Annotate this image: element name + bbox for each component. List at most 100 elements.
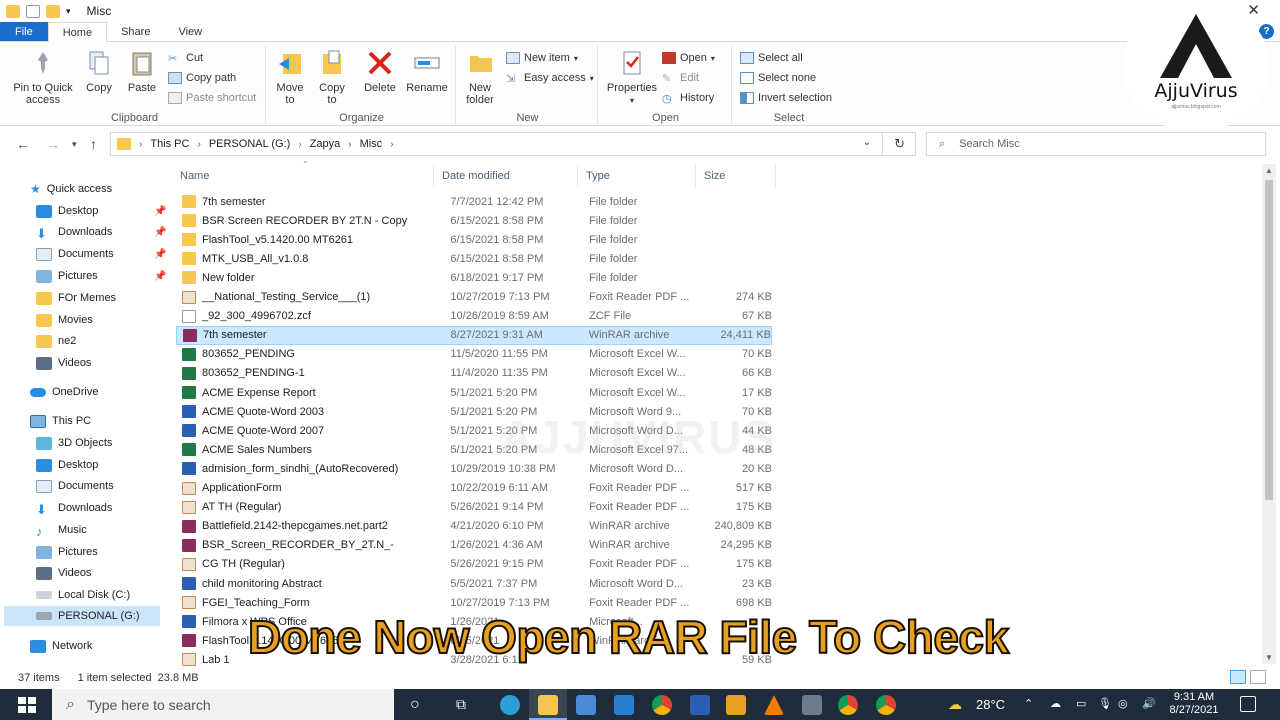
file-row[interactable]: child monitoring Abstract 5/5/2021 7:37 P… bbox=[176, 574, 772, 593]
chrome-profile-2-icon[interactable] bbox=[876, 695, 896, 715]
file-row[interactable]: Battlefield.2142-thepcgames.net.part2 4/2… bbox=[176, 517, 772, 536]
cortana-icon[interactable]: ○ bbox=[410, 689, 420, 720]
select-none-button[interactable]: Select none bbox=[740, 72, 816, 84]
details-view-icon[interactable] bbox=[1230, 670, 1246, 684]
mail-icon[interactable] bbox=[614, 695, 634, 715]
file-row[interactable]: New folder 6/18/2021 9:17 PM File folder bbox=[176, 268, 772, 287]
nav-movies[interactable]: Movies bbox=[36, 310, 93, 330]
nav-pc-videos[interactable]: Videos bbox=[36, 563, 91, 583]
search-input[interactable]: ⌕ Search Misc bbox=[926, 132, 1266, 156]
microphone-icon[interactable]: 🎙 bbox=[1098, 689, 1112, 720]
new-folder-button[interactable]: New folder bbox=[462, 48, 500, 106]
open-button[interactable]: Open ▾ bbox=[662, 52, 715, 64]
qa-dropdown-icon[interactable]: ▾ bbox=[66, 6, 71, 17]
windows-start-icon[interactable] bbox=[18, 697, 36, 713]
volume-icon[interactable]: 🔊 bbox=[1142, 689, 1156, 720]
properties-qa-icon[interactable] bbox=[26, 4, 40, 18]
nav-pc-documents[interactable]: Documents bbox=[36, 476, 114, 496]
file-row[interactable]: 803652_PENDING 11/5/2020 11:55 PM Microsof… bbox=[176, 345, 772, 364]
edge-icon[interactable] bbox=[500, 695, 520, 715]
tray-overflow-icon[interactable]: ⌃ bbox=[1024, 689, 1033, 720]
file-row[interactable]: 7th semester 8/27/2021 9:31 AM WinRAR arch… bbox=[176, 325, 772, 345]
paste-button[interactable]: Paste bbox=[122, 48, 162, 94]
nav-network[interactable]: Network bbox=[30, 636, 92, 656]
column-size[interactable]: Size bbox=[696, 164, 776, 188]
nav-quick-access[interactable]: ★ Quick access bbox=[30, 179, 112, 199]
properties-button[interactable]: Properties ▾ bbox=[604, 48, 660, 107]
nav-3d-objects[interactable]: 3D Objects bbox=[36, 433, 112, 453]
large-icons-view-icon[interactable] bbox=[1250, 670, 1266, 684]
new-folder-qa-icon[interactable] bbox=[46, 4, 60, 18]
file-row[interactable]: _92_300_4996702.zcf 10/26/2019 8:59 AM ZCF… bbox=[176, 307, 772, 326]
close-icon[interactable]: ✕ bbox=[1247, 1, 1260, 19]
file-row[interactable]: 803652_PENDING-1 11/4/2020 11:35 PM Micros… bbox=[176, 364, 772, 383]
cut-button[interactable]: ✂ Cut bbox=[168, 52, 203, 65]
globe-icon[interactable]: ◎ bbox=[1118, 689, 1128, 720]
up-icon[interactable]: ↑ bbox=[90, 136, 97, 152]
history-button[interactable]: ◷ History bbox=[662, 92, 714, 105]
file-row[interactable]: CG TH (Regular) 5/26/2021 9:15 PM Foxit Re… bbox=[176, 555, 772, 574]
nav-pictures[interactable]: Pictures 📌 bbox=[36, 266, 166, 286]
file-row[interactable]: FlashTool_v5.1420.00 MT6261 6/15/2021 8:5… bbox=[176, 230, 772, 249]
nav-local-disk-c[interactable]: Local Disk (C:) bbox=[36, 585, 130, 605]
nav-desktop[interactable]: Desktop 📌 bbox=[36, 201, 166, 221]
file-row[interactable]: 7th semester 7/7/2021 12:42 PM File folder bbox=[176, 192, 772, 211]
invert-selection-button[interactable]: Invert selection bbox=[740, 92, 832, 104]
tab-share[interactable]: Share bbox=[107, 22, 164, 41]
nav-personal-g[interactable]: PERSONAL (G:) bbox=[4, 606, 160, 626]
nav-onedrive[interactable]: OneDrive bbox=[30, 382, 98, 402]
breadcrumb-zapya[interactable]: Zapya bbox=[310, 138, 341, 150]
file-explorer-icon[interactable] bbox=[538, 695, 558, 715]
file-row[interactable]: ApplicationForm 10/22/2019 6:11 AM Foxit R… bbox=[176, 479, 772, 498]
tab-home[interactable]: Home bbox=[47, 22, 108, 43]
edit-button[interactable]: ✎ Edit bbox=[662, 72, 699, 85]
tab-file[interactable]: File bbox=[0, 22, 48, 41]
scrollbar-thumb[interactable] bbox=[1265, 180, 1273, 500]
media-icon[interactable] bbox=[726, 695, 746, 715]
file-row[interactable]: BSR_Screen_RECORDER_BY_2T.N_- 1/26/2021 4… bbox=[176, 536, 772, 555]
new-item-button[interactable]: New item ▾ bbox=[506, 52, 578, 64]
copy-path-button[interactable]: Copy path bbox=[168, 72, 236, 84]
nav-this-pc[interactable]: This PC bbox=[30, 411, 91, 431]
breadcrumb-personal[interactable]: PERSONAL (G:) bbox=[209, 138, 291, 150]
recent-locations-icon[interactable]: ▾ bbox=[72, 139, 77, 150]
app-icon[interactable] bbox=[802, 695, 822, 715]
pin-quick-access-button[interactable]: Pin to Quick access bbox=[8, 48, 78, 106]
nav-pc-downloads[interactable]: ⬇ Downloads bbox=[36, 498, 112, 518]
forward-icon[interactable]: → bbox=[46, 136, 60, 152]
chrome-profile-icon[interactable] bbox=[838, 695, 858, 715]
rename-button[interactable]: Rename bbox=[404, 48, 450, 94]
address-bar[interactable]: › This PC › PERSONAL (G:) › Zapya › Misc… bbox=[110, 132, 916, 156]
tab-view[interactable]: View bbox=[164, 22, 216, 41]
network-tray-icon[interactable]: ▭ bbox=[1076, 689, 1086, 720]
scroll-down-icon[interactable]: ▼ bbox=[1265, 653, 1273, 662]
column-date[interactable]: Date modified bbox=[434, 164, 578, 188]
file-row[interactable]: MTK_USB_All_v1.0.8 6/15/2021 8:58 PM File … bbox=[176, 249, 772, 268]
nav-pc-desktop[interactable]: Desktop bbox=[36, 455, 98, 475]
file-row[interactable]: AT TH (Regular) 5/26/2021 9:14 PM Foxit Re… bbox=[176, 498, 772, 517]
copy-to-button[interactable]: Copy to bbox=[314, 48, 350, 106]
file-row[interactable]: BSR Screen RECORDER BY 2T.N - Copy 6/15/2… bbox=[176, 211, 772, 230]
vlc-icon[interactable] bbox=[764, 695, 784, 715]
taskbar-search[interactable]: ⌕ Type here to search bbox=[52, 689, 394, 720]
breadcrumb-this-pc[interactable]: This PC bbox=[150, 138, 189, 150]
move-to-button[interactable]: Move to bbox=[272, 48, 308, 106]
back-icon[interactable]: ← bbox=[16, 136, 30, 152]
refresh-icon[interactable]: ↻ bbox=[894, 136, 905, 152]
paste-shortcut-button[interactable]: Paste shortcut bbox=[168, 92, 256, 104]
select-all-button[interactable]: Select all bbox=[740, 52, 803, 64]
nav-for-memes[interactable]: FOr Memes bbox=[36, 288, 116, 308]
task-view-icon[interactable]: ⧉ bbox=[456, 689, 466, 720]
nav-videos[interactable]: Videos bbox=[36, 353, 91, 373]
nav-downloads[interactable]: ⬇ Downloads 📌 bbox=[36, 222, 166, 242]
scroll-up-icon[interactable]: ▲ bbox=[1265, 166, 1273, 175]
vertical-scrollbar[interactable]: ▲ ▼ bbox=[1262, 164, 1276, 664]
easy-access-button[interactable]: ⇲ Easy access ▾ bbox=[506, 72, 594, 85]
notification-icon[interactable] bbox=[1240, 696, 1256, 712]
nav-pc-pictures[interactable]: Pictures bbox=[36, 542, 98, 562]
nav-ne2[interactable]: ne2 bbox=[36, 331, 76, 351]
store-icon[interactable] bbox=[576, 695, 596, 715]
copy-button[interactable]: Copy bbox=[82, 48, 116, 94]
nav-documents[interactable]: Documents 📌 bbox=[36, 244, 166, 264]
file-row[interactable]: __National_Testing_Service___(1) 10/27/20… bbox=[176, 288, 772, 307]
